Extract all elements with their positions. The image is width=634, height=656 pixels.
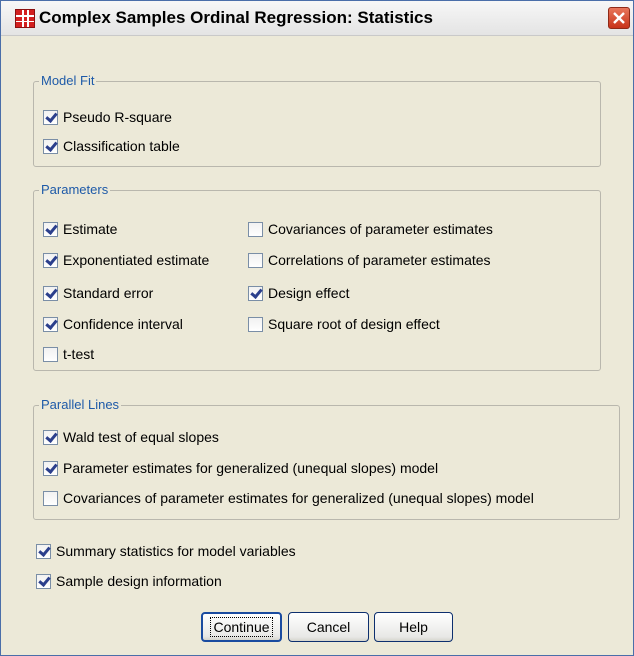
- title-bar: Complex Samples Ordinal Regression: Stat…: [1, 1, 633, 36]
- checkbox-box[interactable]: [43, 138, 58, 154]
- checkbox-box[interactable]: [43, 221, 58, 237]
- standard-error-checkbox[interactable]: Standard error: [43, 284, 153, 302]
- checkbox-box[interactable]: [43, 346, 58, 362]
- checkbox-box[interactable]: [43, 109, 58, 125]
- close-button[interactable]: [608, 7, 630, 29]
- continue-button-label: Continue: [210, 617, 273, 637]
- estimate-checkbox[interactable]: Estimate: [43, 220, 117, 238]
- checkbox-box[interactable]: [43, 490, 58, 506]
- statistics-dialog: Complex Samples Ordinal Regression: Stat…: [0, 0, 634, 656]
- checkbox-box[interactable]: [43, 252, 58, 268]
- parameters-group: Parameters: [33, 182, 601, 371]
- checkbox-box[interactable]: [248, 285, 263, 301]
- checkbox-box[interactable]: [248, 252, 263, 268]
- help-button[interactable]: Help: [374, 612, 453, 642]
- checkbox-box[interactable]: [36, 543, 51, 559]
- wald-test-checkbox[interactable]: Wald test of equal slopes: [43, 428, 219, 446]
- model-fit-legend: Model Fit: [39, 73, 97, 89]
- parallel-lines-legend: Parallel Lines: [39, 397, 122, 413]
- close-icon: [613, 12, 625, 24]
- exponentiated-estimate-checkbox[interactable]: Exponentiated estimate: [43, 251, 209, 269]
- checkbox-box[interactable]: [248, 316, 263, 332]
- square-root-design-effect-checkbox[interactable]: Square root of design effect: [248, 315, 440, 333]
- dialog-title: Complex Samples Ordinal Regression: Stat…: [39, 8, 433, 27]
- cancel-button-label: Cancel: [306, 619, 351, 635]
- checkbox-box[interactable]: [43, 460, 58, 476]
- checkbox-box[interactable]: [43, 316, 58, 332]
- checkbox-box[interactable]: [248, 221, 263, 237]
- covariances-checkbox[interactable]: Covariances of parameter estimates: [248, 220, 493, 238]
- help-button-label: Help: [399, 619, 428, 635]
- covariances-generalized-checkbox[interactable]: Covariances of parameter estimates for g…: [43, 489, 534, 507]
- summary-statistics-checkbox[interactable]: Summary statistics for model variables: [36, 542, 296, 560]
- confidence-interval-checkbox[interactable]: Confidence interval: [43, 315, 183, 333]
- spss-grid-icon: [15, 9, 35, 28]
- design-effect-checkbox[interactable]: Design effect: [248, 284, 349, 302]
- sample-design-information-checkbox[interactable]: Sample design information: [36, 572, 222, 590]
- checkbox-box[interactable]: [43, 429, 58, 445]
- correlations-checkbox[interactable]: Correlations of parameter estimates: [248, 251, 491, 269]
- checkbox-box[interactable]: [36, 573, 51, 589]
- t-test-checkbox[interactable]: t-test: [43, 345, 94, 363]
- checkbox-box[interactable]: [43, 285, 58, 301]
- parameters-legend: Parameters: [39, 182, 111, 198]
- parameter-estimates-generalized-checkbox[interactable]: Parameter estimates for generalized (une…: [43, 459, 438, 477]
- continue-button[interactable]: Continue: [201, 612, 282, 642]
- cancel-button[interactable]: Cancel: [288, 612, 369, 642]
- classification-table-checkbox[interactable]: Classification table: [43, 137, 180, 155]
- pseudo-r-square-checkbox[interactable]: Pseudo R-square: [43, 108, 172, 126]
